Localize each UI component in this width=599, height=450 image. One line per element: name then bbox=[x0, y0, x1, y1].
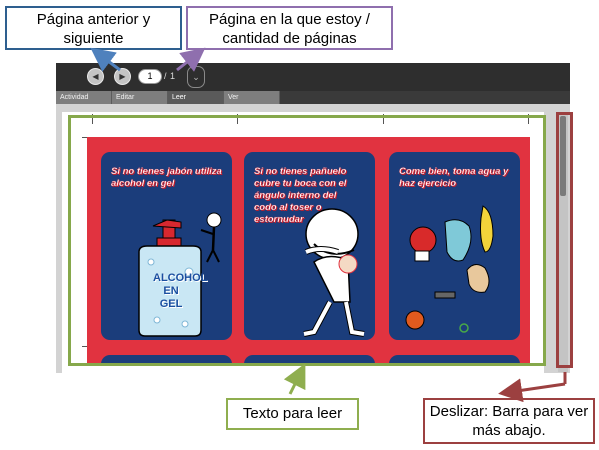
scroll-arrow bbox=[498, 378, 566, 403]
callout-arrows bbox=[90, 47, 567, 403]
read-arrow bbox=[283, 363, 306, 395]
nav-arrow bbox=[90, 47, 121, 72]
page-arrow bbox=[176, 47, 206, 72]
